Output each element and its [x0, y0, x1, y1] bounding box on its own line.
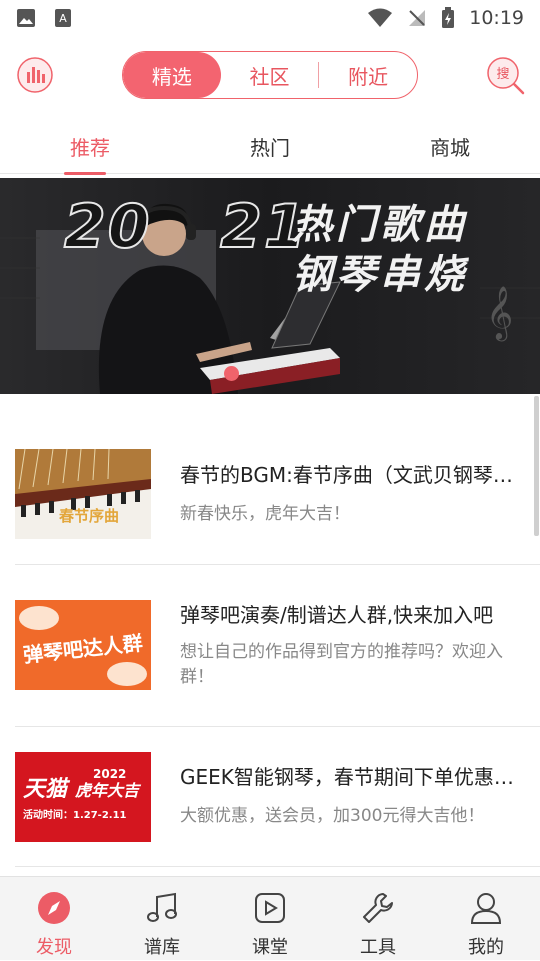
segment-community[interactable]: 社区: [221, 52, 319, 98]
banner-year-left: 20: [63, 191, 152, 263]
wifi-icon: [368, 8, 393, 27]
feed-item-title: 弹琴吧演奏/制谱达人群,快来加入吧: [180, 603, 494, 627]
segment-nearby[interactable]: 附近: [319, 52, 417, 98]
font-notification-icon: A: [55, 9, 71, 27]
nav-label: 发现: [36, 937, 72, 958]
feed-item-title: 春节的BGM:春节序曲（文武贝钢琴版）: [180, 463, 520, 487]
search-icon[interactable]: 搜: [486, 56, 526, 96]
nav-label: 谱库: [144, 937, 180, 958]
nav-label: 课堂: [252, 937, 288, 958]
thumb-caption-year: 2022: [93, 767, 126, 781]
search-icon-label: 搜: [496, 67, 509, 82]
thumb-caption-dates: 活动时间：1.27-2.11: [23, 808, 127, 821]
music-note-icon: [147, 892, 177, 922]
status-bar: A 10:19: [0, 0, 540, 36]
compass-icon: [38, 892, 70, 924]
banner-year: 20 21: [63, 191, 308, 263]
tab-mall[interactable]: 商城: [410, 132, 490, 161]
bottom-navigation: 发现 谱库 课堂 工具 我的: [0, 876, 540, 960]
feed-item-thumbnail: 春节序曲: [15, 449, 151, 539]
feed-item-thumbnail: 弹琴吧达人群: [15, 600, 151, 690]
feed-item-subtitle: 大额优惠，送会员，加300元得大吉他！: [180, 806, 485, 826]
nav-label: 我的: [468, 937, 504, 958]
no-signal-icon: [409, 10, 426, 26]
tab-label: 推荐: [70, 136, 110, 160]
nav-classroom[interactable]: 课堂: [216, 877, 324, 961]
tab-popular[interactable]: 热门: [230, 132, 310, 161]
divider: [15, 726, 540, 727]
nav-label: 工具: [360, 937, 396, 958]
divider: [15, 866, 540, 867]
nav-profile[interactable]: 我的: [432, 877, 540, 961]
svg-text:A: A: [59, 12, 67, 25]
content-tabs: 推荐 热门 商城: [0, 118, 540, 175]
feed-item-subtitle: 新春快乐，虎年大吉！: [180, 504, 350, 524]
status-time: 10:19: [469, 7, 524, 29]
tmall-thumbnail-image: 天猫 2022 虎年大吉 活动时间：1.27-2.11: [15, 752, 151, 842]
nav-sheet-library[interactable]: 谱库: [108, 877, 216, 961]
segment-featured[interactable]: 精选: [123, 52, 221, 98]
tab-recommended[interactable]: 推荐: [50, 132, 130, 175]
thumb-caption: 春节序曲: [59, 507, 119, 525]
wrench-icon: [363, 893, 393, 923]
thumb-caption-tmall: 天猫: [23, 777, 71, 802]
feed-item-subtitle: 想让自己的作品得到官方的推荐吗？欢迎入群！: [180, 642, 503, 687]
thumb-caption-greeting: 虎年大吉: [74, 781, 142, 800]
top-bar: 精选 社区 附近 搜: [0, 40, 540, 110]
image-notification-icon: [17, 9, 35, 27]
divider: [15, 564, 540, 565]
tab-label: 热门: [250, 136, 290, 160]
banner-page-indicator[interactable]: [224, 366, 239, 381]
promo-banner[interactable]: 𝄞 20 21 热门歌曲 钢琴串烧: [0, 178, 540, 394]
user-icon: [470, 893, 502, 924]
piano-thumbnail-image: 春节序曲: [15, 449, 151, 539]
feed-item-title: GEEK智能钢琴，春节期间下单优惠活动: [180, 765, 520, 789]
group-thumbnail-image: 弹琴吧达人群: [15, 600, 151, 690]
svg-text:𝄞: 𝄞: [486, 285, 513, 341]
tab-indicator: [64, 172, 106, 175]
equalizer-icon[interactable]: [16, 56, 54, 94]
tab-label: 商城: [430, 136, 470, 160]
section-switcher: 精选 社区 附近: [122, 51, 418, 99]
nav-discover[interactable]: 发现: [0, 877, 108, 961]
scrollbar[interactable]: [534, 396, 539, 536]
feed-item-thumbnail: 天猫 2022 虎年大吉 活动时间：1.27-2.11: [15, 752, 151, 842]
banner-title-line2: 钢琴串烧: [292, 252, 468, 298]
battery-charging-icon: [442, 7, 455, 28]
play-icon: [255, 893, 285, 923]
nav-tools[interactable]: 工具: [324, 877, 432, 961]
